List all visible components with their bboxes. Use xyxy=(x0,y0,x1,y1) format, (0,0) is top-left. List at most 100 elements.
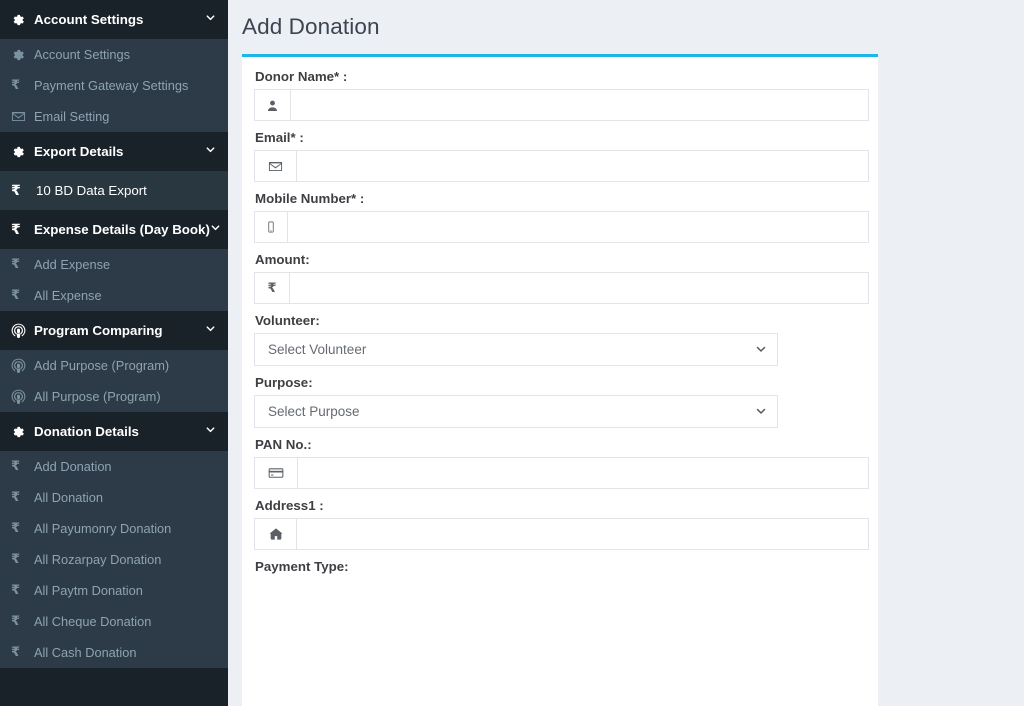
sidebar-item-label: Account Settings xyxy=(34,47,131,62)
podcast-icon xyxy=(11,323,32,338)
input-group-mobile-number xyxy=(254,211,869,243)
input-group-donor-name xyxy=(254,89,869,121)
envelope-icon xyxy=(254,150,296,182)
sidebar-item-label: Email Setting xyxy=(34,109,110,124)
rupee-icon: ₹ xyxy=(11,583,21,598)
input-group-pan-no xyxy=(254,457,869,489)
sidebar-item-label: 10 BD Data Export xyxy=(36,183,147,198)
label-address1: Address1 : xyxy=(255,498,324,513)
amount-input[interactable] xyxy=(289,272,869,304)
sidebar-item-all-paytm-donation[interactable]: ₹ All Paytm Donation xyxy=(0,575,228,606)
label-payment-type: Payment Type: xyxy=(255,559,349,574)
input-group-email xyxy=(254,150,869,182)
sidebar-item-label: Add Purpose (Program) xyxy=(34,358,170,373)
donation-form: Donor Name* : Email* : Mobile Number* : Amo… xyxy=(254,69,869,574)
sidebar-item-label: All Cheque Donation xyxy=(34,614,152,629)
sidebar-item-label: All Paytm Donation xyxy=(34,583,143,598)
credit-card-icon xyxy=(254,457,297,489)
label-purpose: Purpose: xyxy=(255,375,313,390)
mobile-icon xyxy=(265,221,277,233)
chevron-down-icon xyxy=(205,424,216,437)
sidebar-item-label: All Cash Donation xyxy=(34,645,137,660)
purpose-select[interactable]: Select Purpose xyxy=(254,395,778,428)
form-group-address1: Address1 : xyxy=(254,498,869,550)
donor-name-input[interactable] xyxy=(290,89,869,121)
address1-input[interactable] xyxy=(296,518,869,550)
sidebar-item-all-rozarpay-donation[interactable]: ₹ All Rozarpay Donation xyxy=(0,544,228,575)
sidebar-navigation[interactable]: Account Settings Account Settings ₹ Payment… xyxy=(0,0,228,706)
form-group-mobile-number: Mobile Number* : xyxy=(254,191,869,243)
gear-icon xyxy=(11,13,32,27)
add-donation-form-card: Donor Name* : Email* : Mobile Number* : Amo… xyxy=(242,54,878,706)
rupee-icon: ₹ xyxy=(11,257,21,272)
select-wrap-purpose: Select Purpose xyxy=(254,395,778,428)
sidebar-item-label: All Payumonry Donation xyxy=(34,521,172,536)
sidebar-group-label: Account Settings xyxy=(34,12,144,27)
mobile-number-input[interactable] xyxy=(287,211,869,243)
sidebar-group-export-details[interactable]: Export Details xyxy=(0,132,228,171)
form-group-amount: Amount: ₹ xyxy=(254,252,869,304)
label-email: Email* : xyxy=(255,130,304,145)
sidebar-item-label: All Rozarpay Donation xyxy=(34,552,162,567)
email-input[interactable] xyxy=(296,150,869,182)
pan-no-input[interactable] xyxy=(297,457,869,489)
rupee-icon: ₹ xyxy=(11,645,21,660)
envelope-icon xyxy=(268,159,283,174)
form-group-pan-no: PAN No.: xyxy=(254,437,869,489)
rupee-icon: ₹ xyxy=(11,459,21,474)
sidebar-group-donation-details[interactable]: Donation Details xyxy=(0,412,228,451)
input-group-amount: ₹ xyxy=(254,272,869,304)
sidebar-item-10-bd-data-export[interactable]: ₹10 BD Data Export xyxy=(0,171,228,210)
rupee-icon: ₹ xyxy=(11,614,21,629)
envelope-icon xyxy=(11,109,32,124)
chevron-down-icon xyxy=(205,144,216,157)
main-content: Add Donation Donor Name* : Email* : Mobile… xyxy=(228,0,1024,706)
rupee-icon: ₹ xyxy=(11,552,21,567)
sidebar-item-all-payumonry-donation[interactable]: ₹ All Payumonry Donation xyxy=(0,513,228,544)
sidebar-item-label: All Donation xyxy=(34,490,104,505)
sidebar-item-label: All Purpose (Program) xyxy=(34,389,161,404)
sidebar-item-account-settings[interactable]: Account Settings xyxy=(0,39,228,70)
sidebar-group-account-settings[interactable]: Account Settings xyxy=(0,0,228,39)
sidebar-group-label: Donation Details xyxy=(34,424,139,439)
sidebar-item-all-cheque-donation[interactable]: ₹ All Cheque Donation xyxy=(0,606,228,637)
user-icon xyxy=(254,89,290,121)
gear-icon xyxy=(11,425,32,439)
gear-icon xyxy=(11,145,32,159)
sidebar-group-label: Program Comparing xyxy=(34,323,163,338)
sidebar-group-program-comparing[interactable]: Program Comparing xyxy=(0,311,228,350)
form-group-purpose: Purpose: Select Purpose xyxy=(254,375,866,428)
credit-card-icon xyxy=(268,465,284,481)
sidebar-item-add-donation[interactable]: ₹ Add Donation xyxy=(0,451,228,482)
chevron-down-icon xyxy=(205,12,216,25)
select-wrap-volunteer: Select Volunteer xyxy=(254,333,778,366)
form-group-email: Email* : xyxy=(254,130,869,182)
rupee-icon: ₹ xyxy=(11,521,21,536)
sidebar-group-expense-details-day-book[interactable]: ₹ Expense Details (Day Book) xyxy=(0,210,228,249)
label-volunteer: Volunteer: xyxy=(255,313,320,328)
volunteer-select[interactable]: Select Volunteer xyxy=(254,333,778,366)
sidebar-item-payment-gateway-settings[interactable]: ₹ Payment Gateway Settings xyxy=(0,70,228,101)
sidebar-item-all-purpose-program[interactable]: All Purpose (Program) xyxy=(0,381,228,412)
form-group-payment-type: Payment Type: xyxy=(254,559,866,574)
form-group-donor-name: Donor Name* : xyxy=(254,69,869,121)
rupee-icon: ₹ xyxy=(11,288,21,303)
sidebar-item-label: All Expense xyxy=(34,288,102,303)
sidebar-item-add-expense[interactable]: ₹ Add Expense xyxy=(0,249,228,280)
rupee-icon: ₹ xyxy=(11,182,21,199)
page-title: Add Donation xyxy=(242,14,380,39)
home-icon xyxy=(269,527,283,541)
sidebar-item-email-setting[interactable]: Email Setting xyxy=(0,101,228,132)
rupee-icon: ₹ xyxy=(11,490,21,505)
sidebar-item-add-purpose-program[interactable]: Add Purpose (Program) xyxy=(0,350,228,381)
sidebar-item-all-cash-donation[interactable]: ₹ All Cash Donation xyxy=(0,637,228,668)
label-pan-no: PAN No.: xyxy=(255,437,312,452)
sidebar-item-all-expense[interactable]: ₹ All Expense xyxy=(0,280,228,311)
input-group-address1 xyxy=(254,518,869,550)
user-icon xyxy=(266,99,279,112)
sidebar-item-all-donation[interactable]: ₹ All Donation xyxy=(0,482,228,513)
sidebar-item-label: Payment Gateway Settings xyxy=(34,78,189,93)
gear-icon xyxy=(11,48,32,62)
rupee-icon: ₹ xyxy=(254,272,289,304)
sidebar-group-label: Export Details xyxy=(34,144,124,159)
